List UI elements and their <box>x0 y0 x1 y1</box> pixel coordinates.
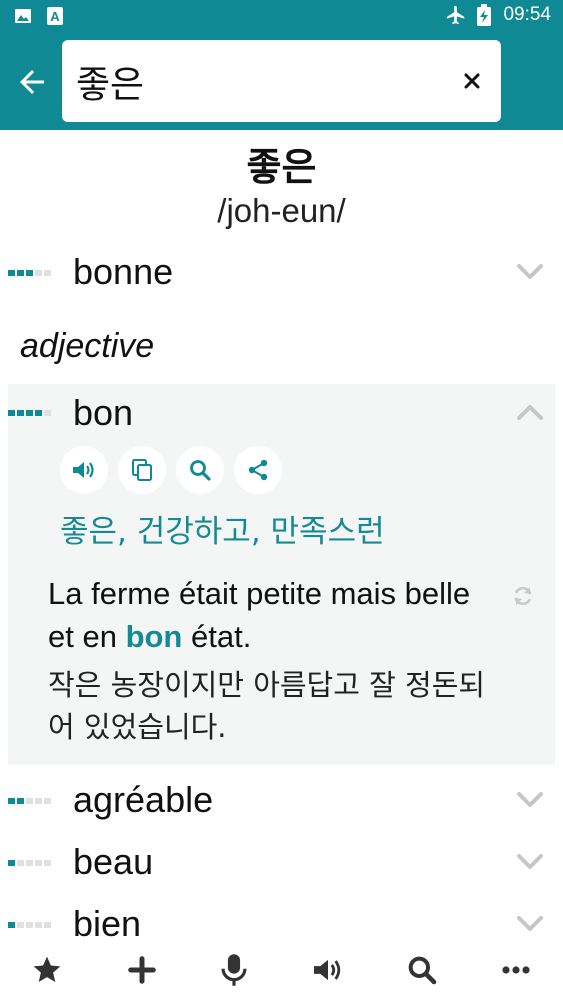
example-sentence-french: La ferme était petite mais belle et en b… <box>48 572 488 658</box>
expand-button[interactable] <box>515 850 545 874</box>
frequency-indicator <box>8 270 51 276</box>
frequency-indicator <box>8 922 51 928</box>
translation-word: agréable <box>73 779 214 820</box>
chevron-down-icon <box>517 854 543 869</box>
action-buttons <box>60 446 282 494</box>
expand-button[interactable] <box>515 788 545 812</box>
more-icon <box>502 966 530 974</box>
pronounce-button[interactable] <box>60 446 108 494</box>
bottom-toolbar <box>0 940 563 1000</box>
frequency-indicator <box>8 860 51 866</box>
search-translation-button[interactable] <box>176 446 224 494</box>
status-bar: A 09:54 <box>0 0 563 34</box>
chevron-down-icon <box>517 792 543 807</box>
dictionary-screen: A 09:54 좋은 좋은 /joh-eun/ bonne adjective … <box>0 0 563 1000</box>
close-icon <box>464 73 480 89</box>
speaker-icon <box>73 462 94 478</box>
frequency-indicator <box>8 410 51 416</box>
search-input[interactable] <box>74 55 458 107</box>
search-icon <box>190 460 211 481</box>
search-box <box>62 40 501 122</box>
a-icon: A <box>47 7 63 25</box>
expand-button[interactable] <box>515 912 545 936</box>
image-icon <box>15 9 31 23</box>
chevron-up-icon <box>517 405 543 420</box>
voice-input-button[interactable] <box>214 950 254 990</box>
entry-headword: 좋은 <box>246 145 317 189</box>
add-button[interactable] <box>122 950 162 990</box>
arrow-left-icon <box>20 70 44 94</box>
frequency-indicator <box>8 798 51 804</box>
chevron-down-icon <box>517 916 543 931</box>
synonyms-text: 좋은, 건강하고, 만족스런 <box>60 514 385 550</box>
translation-row[interactable]: agréable <box>0 774 563 830</box>
example-text: La ferme était petite mais belle et en <box>48 576 471 654</box>
expand-button[interactable] <box>515 260 545 284</box>
translation-word: bien <box>73 903 142 944</box>
favorites-button[interactable] <box>27 950 67 990</box>
more-options-button[interactable] <box>496 950 536 990</box>
search-icon <box>408 956 437 985</box>
speaker-icon <box>314 959 341 981</box>
copy-icon <box>132 459 152 481</box>
share-icon <box>248 459 268 481</box>
part-of-speech-label: adjective <box>20 327 155 365</box>
microphone-icon <box>221 954 247 986</box>
plus-icon <box>128 956 156 984</box>
svg-text:A: A <box>50 9 60 24</box>
translation-word: beau <box>73 841 154 882</box>
translation-row[interactable]: beau <box>0 836 563 892</box>
translation-row[interactable]: bonne <box>0 246 563 302</box>
back-button[interactable] <box>10 60 54 104</box>
status-time: 09:54 <box>503 4 551 25</box>
copy-button[interactable] <box>118 446 166 494</box>
example-sentence-korean: 작은 농장이지만 아름답고 잘 정돈되어 있었습니다. <box>48 668 486 744</box>
example-text: état. <box>182 619 252 654</box>
app-header: A 09:54 <box>0 0 563 130</box>
entry-pronunciation: /joh-eun/ <box>217 192 346 229</box>
refresh-icon <box>514 586 532 606</box>
example-highlight: bon <box>125 619 183 654</box>
star-icon <box>33 956 61 982</box>
refresh-example-button[interactable] <box>509 582 537 610</box>
translation-word: bonne <box>73 251 174 292</box>
speak-button[interactable] <box>308 950 348 990</box>
clear-search-button[interactable] <box>455 64 489 98</box>
expanded-translation-card: bon 좋은, 건강하고, 만족스런 La ferme était petite… <box>8 384 555 765</box>
translation-word: bon <box>73 392 134 433</box>
chevron-down-icon <box>517 264 543 279</box>
share-button[interactable] <box>234 446 282 494</box>
search-button[interactable] <box>402 950 442 990</box>
airplane-icon <box>447 5 465 25</box>
collapse-button[interactable] <box>515 400 545 424</box>
battery-charging-icon <box>477 4 492 26</box>
